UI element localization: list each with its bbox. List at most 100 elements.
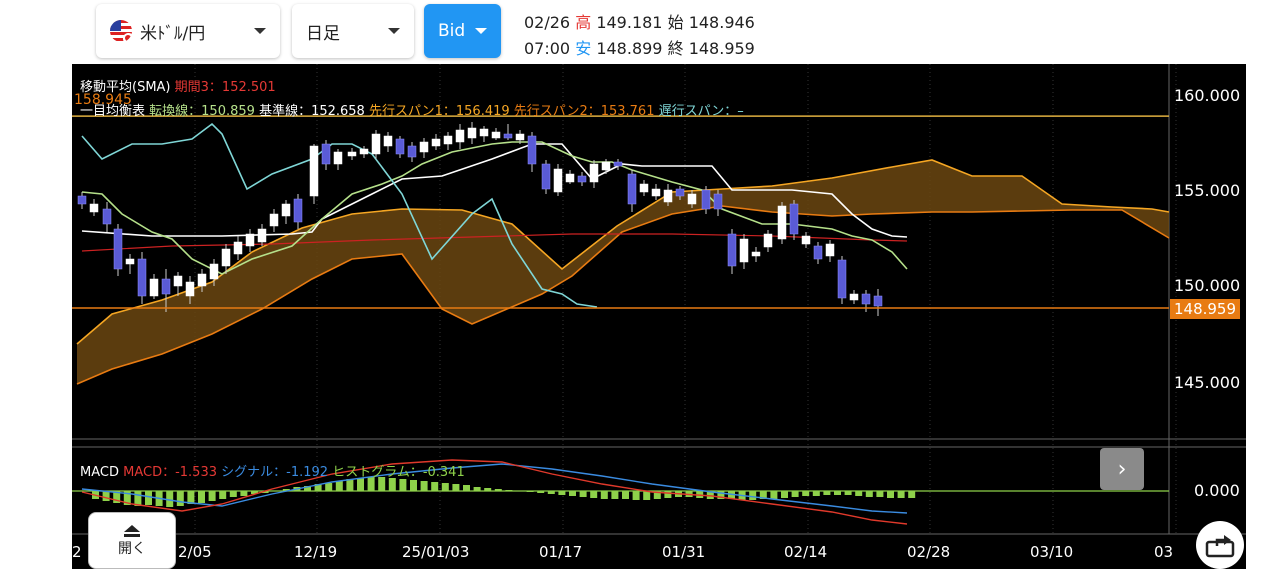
macd-histogram-bar [823, 491, 831, 495]
candle-up [197, 273, 207, 287]
macd-histogram-bar [208, 491, 216, 501]
candle-down [713, 193, 723, 210]
current-price-tag: 148.959 [1170, 299, 1240, 319]
us-jp-flag-icon [110, 20, 132, 42]
candle-up [553, 168, 563, 193]
macd-histogram-bar [812, 491, 820, 496]
candle-up [209, 263, 219, 280]
share-button[interactable] [1196, 521, 1244, 569]
price-tick-150: 150.000 [1174, 276, 1241, 295]
macd-histogram-bar [781, 491, 788, 498]
candle-down [527, 135, 537, 165]
macd-histogram-bar [431, 482, 439, 491]
candle-down [541, 163, 551, 190]
candle-up [245, 233, 255, 247]
macd-histogram-bar [410, 480, 417, 491]
candle-up [777, 205, 787, 240]
candle-up [125, 258, 135, 265]
macd-histogram-bar [399, 479, 407, 491]
candle-down [837, 259, 847, 299]
candle-up [479, 128, 489, 137]
macd-histogram-bar [802, 491, 810, 496]
candle-up [751, 251, 761, 257]
macd-histogram-bar [834, 491, 841, 495]
macd-histogram-bar [844, 491, 852, 495]
senkou1-value: 先行スパン1：156.419 [368, 104, 510, 119]
macd-histogram-bar [558, 491, 566, 495]
macd-histogram-bar [865, 491, 873, 497]
candle-up [173, 275, 183, 287]
date-label: 03 [1154, 543, 1174, 561]
toolbar: 米ﾄﾞﾙ/円 日足 Bid 02/26 高 149.181 始 148.946 … [0, 0, 1280, 64]
open-panel-button[interactable]: 開く [88, 512, 176, 569]
date-label: 03/10 [1030, 543, 1074, 561]
candle-down [503, 133, 513, 139]
candle-up [371, 133, 381, 155]
macd-zero-tick: 0.000 [1194, 481, 1240, 500]
candle-up [89, 203, 99, 213]
candle-down [861, 293, 871, 305]
macd-histogram-bar [547, 491, 555, 494]
date-label: 12/19 [294, 543, 338, 561]
candle-down [675, 188, 685, 197]
scroll-right-button[interactable]: › [1100, 448, 1144, 490]
macd-histogram-bar [325, 483, 333, 491]
candle-up [467, 127, 477, 139]
share-icon [1205, 535, 1235, 558]
candle-up [491, 131, 501, 139]
ichimoku-title: 一目均衡表 [80, 104, 146, 119]
currency-pair-label: 米ﾄﾞﾙ/円 [140, 23, 206, 44]
macd-histogram-bar [643, 491, 651, 500]
candle-up [383, 135, 393, 147]
price-type-dropdown[interactable]: Bid [424, 4, 501, 58]
macd-histogram-bar [632, 491, 640, 500]
chevron-down-icon [254, 28, 266, 34]
candle-up [825, 243, 835, 257]
candle-down [102, 208, 112, 225]
candle-down [873, 295, 883, 307]
macd-histogram-bar [770, 491, 778, 499]
macd-histogram-bar [229, 491, 237, 497]
macd-histogram-bar [463, 485, 470, 491]
date-label: 2 [72, 543, 82, 561]
macd-histogram-bar [240, 491, 248, 496]
macd-legend: MACD MACD：-1.533 シグナル：-1.192 ヒストグラム：-0.3… [80, 461, 465, 480]
candle-up [801, 235, 811, 245]
chikou-value: 遅行スパン：– [658, 104, 744, 119]
candle-up [515, 133, 525, 141]
currency-pair-dropdown[interactable]: 米ﾄﾞﾙ/円 [96, 4, 280, 58]
candle-down [137, 258, 147, 297]
candle-up [257, 228, 267, 243]
candle-down [113, 228, 123, 270]
candle-up [601, 161, 611, 171]
candle-down [577, 175, 587, 183]
histogram-value: ヒストグラム：-0.341 [332, 465, 465, 480]
macd-histogram-bar [579, 491, 587, 497]
candle-up [663, 189, 673, 203]
candle-up [347, 151, 357, 157]
timeframe-label: 日足 [306, 23, 340, 44]
candle-down [727, 233, 737, 267]
macd-histogram-bar [664, 491, 672, 498]
macd-histogram-bar [420, 481, 428, 491]
candle-down [161, 278, 171, 295]
macd-histogram-bar [145, 491, 152, 505]
date-label: 01/17 [539, 543, 583, 561]
macd-histogram-bar [908, 491, 916, 498]
chart-area[interactable]: 移動平均(SMA) 期間3：152.501 158.945 一目均衡表 転換線：… [72, 64, 1246, 569]
candle-up [849, 293, 859, 301]
macd-histogram-bar [855, 491, 863, 496]
close-label: 終 [667, 39, 684, 58]
candle-up [149, 278, 159, 297]
macd-histogram-bar [600, 491, 608, 499]
candle-up [309, 145, 319, 197]
tenkan-value: 転換線：150.859 [149, 104, 255, 119]
chart-canvas[interactable] [72, 64, 1246, 569]
price-tick-155: 155.000 [1174, 181, 1241, 200]
price-tick-145: 145.000 [1174, 373, 1241, 392]
macd-histogram-bar [473, 487, 481, 491]
timeframe-dropdown[interactable]: 日足 [292, 4, 414, 58]
open-label: 始 [667, 13, 684, 32]
candle-up [359, 148, 369, 155]
candle-up [333, 151, 343, 165]
